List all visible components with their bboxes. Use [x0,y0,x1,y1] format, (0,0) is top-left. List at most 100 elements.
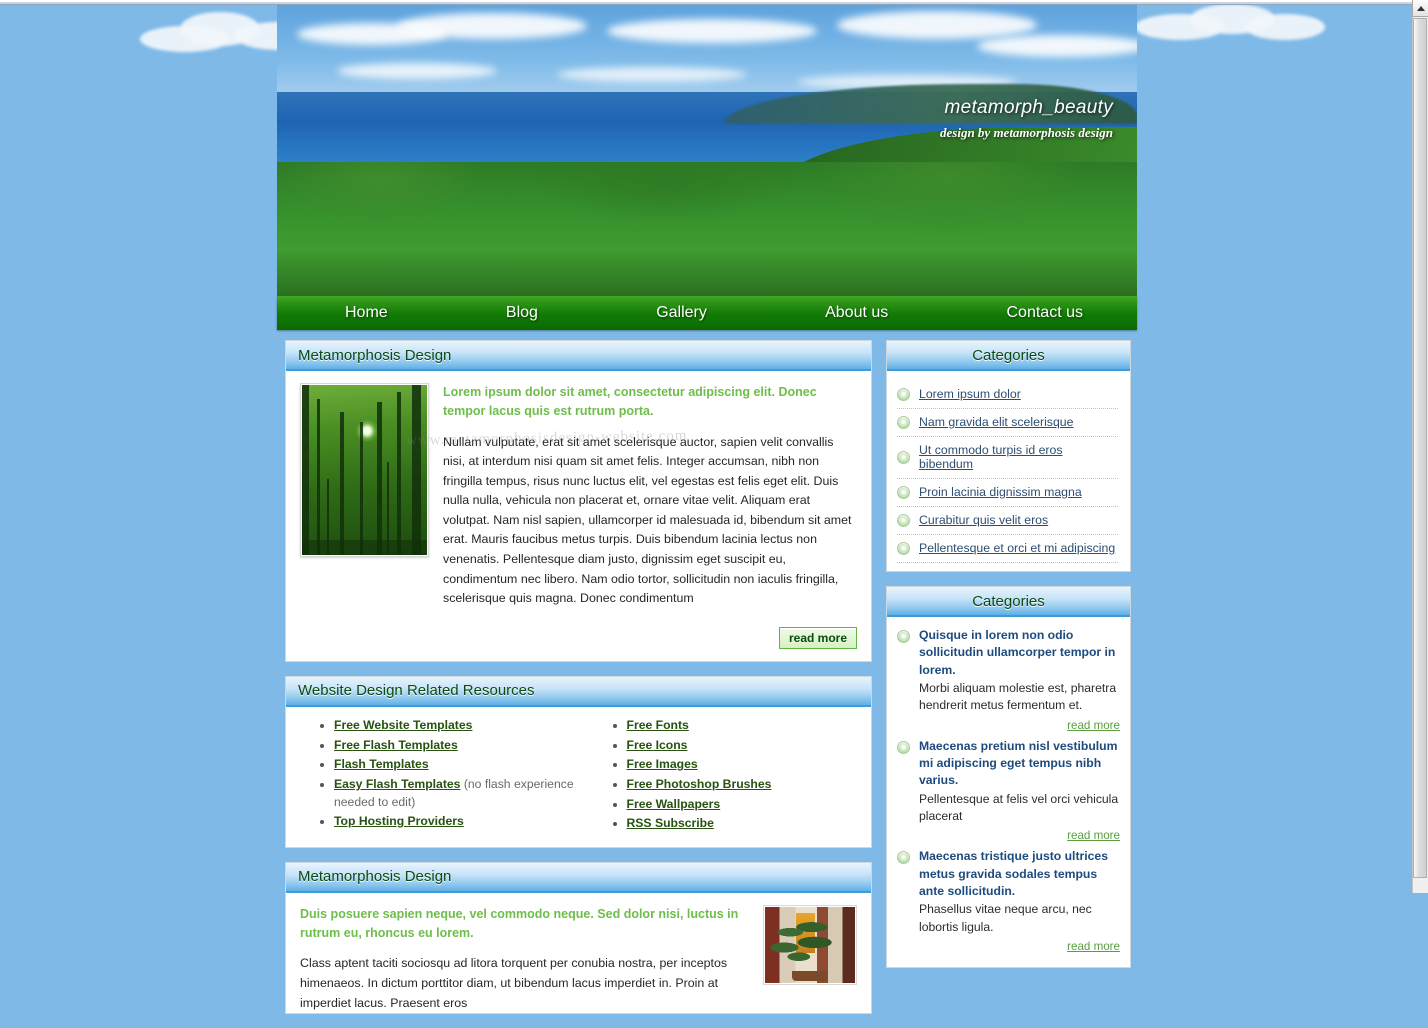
resource-link[interactable]: Flash Templates [334,757,429,771]
list-item: Pellentesque et orci et mi adipiscing [897,535,1118,563]
list-item: Free Website Templates [334,717,579,735]
article-panel-top: Metamorphosis Design Lorem ipsum dolor s… [285,340,872,662]
list-item: Maecenas tristique justo ultrices metus … [897,848,1120,955]
category-link[interactable]: Pellentesque et orci et mi adipiscing [919,541,1115,555]
list-item: Free Fonts [627,717,872,735]
news-title: Maecenas tristique justo ultrices metus … [919,849,1108,898]
news-list: Quisque in lorem non odio sollicitudin u… [887,617,1130,967]
article-panel-bottom: Metamorphosis Design Duis posuere sapien… [285,861,872,1015]
tree-shape [770,920,843,973]
article-body-text: Nullam vulputate, erat sit amet sceleris… [443,434,852,606]
nav-item-blog[interactable]: Blog [496,304,548,322]
list-item: Maecenas pretium nisl vestibulum mi adip… [897,738,1120,845]
bullet-icon [897,541,910,555]
bullet-icon [897,450,910,464]
list-item: Easy Flash Templates (no flash experienc… [334,776,579,811]
resource-link[interactable]: Free Flash Templates [334,738,458,752]
list-item: Curabitur quis velit eros [897,507,1118,535]
read-more-button[interactable]: read more [778,626,857,649]
resource-columns: Free Website Templates Free Flash Templa… [286,707,871,847]
nav-item-gallery[interactable]: Gallery [646,304,717,322]
site-title: metamorph_beauty [944,97,1113,118]
list-item: Free Photoshop Brushes [627,776,872,794]
list-item: Proin lacinia dignissim magna [897,479,1118,507]
bullet-icon [897,513,910,527]
nav-item-about-us[interactable]: About us [815,304,898,322]
resources-panel: Website Design Related Resources Free We… [285,675,872,848]
panel-header: Categories [887,587,1130,617]
bullet-icon [897,485,910,499]
main-column: Metamorphosis Design Lorem ipsum dolor s… [285,340,872,1028]
main-navigation: Home Blog Gallery About us Contact us [277,296,1137,330]
panel-title: Website Design Related Resources [298,682,535,700]
website-page: metamorph_beauty design by metamorphosis… [277,5,1137,1015]
background-cloud-right [1135,2,1325,46]
site-tagline: design by metamorphosis design [940,125,1113,140]
banner-title-block: metamorph_beauty design by metamorphosis… [940,97,1113,141]
category-link[interactable]: Proin lacinia dignissim magna [919,485,1082,499]
category-link[interactable]: Lorem ipsum dolor [919,387,1021,401]
list-item: Nam gravida elit scelerisque [897,409,1118,437]
resource-column-left: Free Website Templates Free Flash Templa… [286,717,579,835]
forest-photo [302,385,427,555]
banner-forest [277,162,1137,296]
nav-item-home[interactable]: Home [335,304,398,322]
categories-list: Lorem ipsum dolor Nam gravida elit scele… [887,371,1130,571]
panel-title: Metamorphosis Design [298,868,452,886]
resource-link[interactable]: Free Fonts [627,718,689,732]
resource-link[interactable]: RSS Subscribe [627,816,714,830]
resource-link[interactable]: Free Wallpapers [627,797,721,811]
resource-link[interactable]: Free Images [627,757,698,771]
category-link[interactable]: Ut commodo turpis id eros bibendum [919,443,1118,471]
news-title: Quisque in lorem non odio sollicitudin u… [919,628,1116,677]
article-thumbnail-forest[interactable] [300,383,429,557]
list-item: Quisque in lorem non odio sollicitudin u… [897,627,1120,734]
bullet-icon [897,387,910,401]
panel-title: Categories [972,592,1045,610]
article-body: Lorem ipsum dolor sit amet, consectetur … [286,371,871,619]
category-link[interactable]: Curabitur quis velit eros [919,513,1048,527]
resource-link[interactable]: Free Photoshop Brushes [627,777,772,791]
resource-link[interactable]: Easy Flash Templates [334,777,460,791]
panel-header: Metamorphosis Design [286,862,871,893]
resource-link[interactable]: Free Icons [627,738,688,752]
list-item: RSS Subscribe [627,815,872,833]
site-banner: metamorph_beauty design by metamorphosis… [277,5,1137,296]
list-item: Ut commodo turpis id eros bibendum [897,437,1118,479]
content-area: Metamorphosis Design Lorem ipsum dolor s… [277,330,1137,1028]
list-item: Lorem ipsum dolor [897,381,1118,409]
vertical-scrollbar[interactable] [1412,0,1428,893]
resource-link[interactable]: Free Website Templates [334,718,472,732]
bullet-icon [897,740,910,754]
read-more-link[interactable]: read more [1067,719,1120,732]
bonsai-photo [765,906,855,983]
pot-shape [792,970,828,981]
list-item: Free Images [627,756,872,774]
panel-header: Metamorphosis Design [286,341,871,371]
read-more-link[interactable]: read more [1067,940,1120,953]
categories-panel: Categories Lorem ipsum dolor Nam gravida… [886,340,1131,572]
scrollbar-thumb[interactable] [1413,18,1427,878]
list-item: Free Wallpapers [627,796,872,814]
panel-title: Metamorphosis Design [298,346,452,364]
news-title: Maecenas pretium nisl vestibulum mi adip… [919,738,1118,788]
article-body-text: Class aptent taciti sociosqu ad litora t… [300,956,728,1010]
read-more-link[interactable]: read more [1067,829,1120,842]
resource-column-right: Free Fonts Free Icons Free Images Free P… [579,717,872,835]
news-description: Morbi aliquam molestie est, pharetra hen… [919,680,1117,713]
category-link[interactable]: Nam gravida elit scelerisque [919,415,1073,429]
article-thumbnail-bonsai[interactable] [763,904,857,985]
list-item: Top Hosting Providers [334,813,579,831]
bullet-icon [897,851,910,865]
scrollbar-up-arrow-icon[interactable] [1412,0,1428,17]
bullet-icon [897,415,910,429]
news-panel: Categories Quisque in lorem non odio sol… [886,586,1131,968]
list-item: Free Icons [627,737,872,755]
resource-link[interactable]: Top Hosting Providers [334,814,464,828]
nav-item-contact-us[interactable]: Contact us [997,304,1093,322]
sidebar-column: Categories Lorem ipsum dolor Nam gravida… [886,340,1131,1028]
news-description: Phasellus vitae neque arcu, nec lobortis… [919,902,1092,934]
news-description: Pellentesque at felis vel orci vehicula … [919,791,1119,823]
panel-header: Website Design Related Resources [286,676,871,707]
list-item: Free Flash Templates [334,737,579,755]
